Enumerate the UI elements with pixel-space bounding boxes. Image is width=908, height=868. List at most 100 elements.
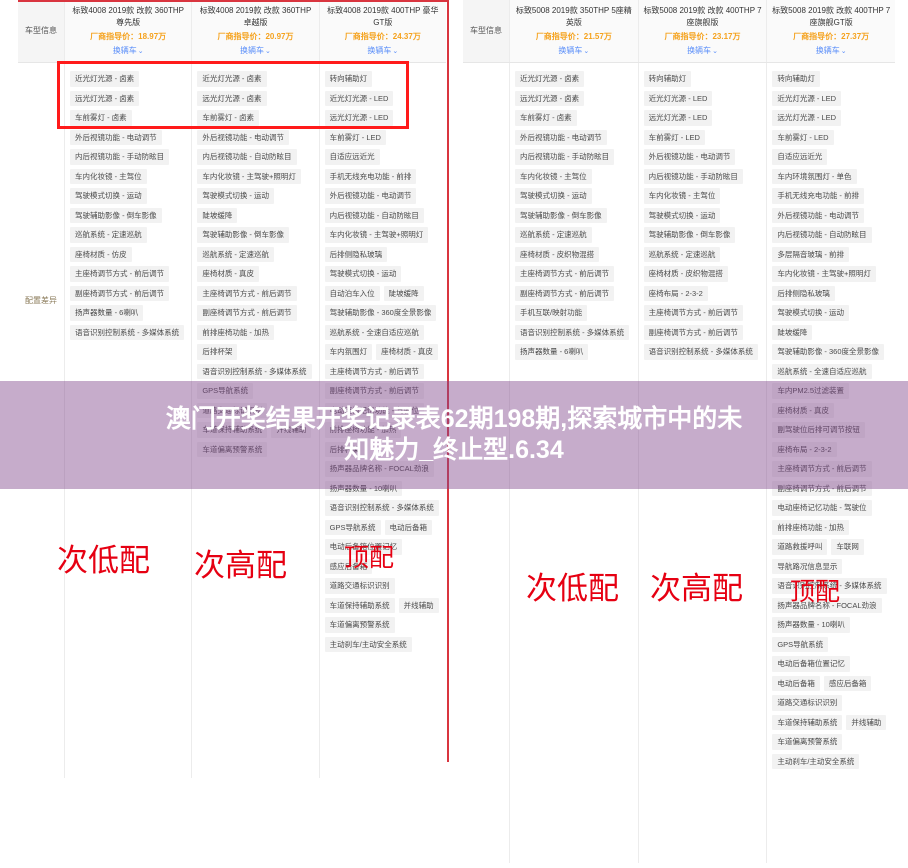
feature-tag: 驾驶模式切换 - 运动 bbox=[515, 188, 592, 204]
left-col-2-header: 标致4008 2019款 改款 360THP 卓越版 厂商指导价：20.97万 … bbox=[192, 0, 320, 63]
feature-tag: 驾驶模式切换 - 运动 bbox=[643, 207, 721, 224]
feature-tag: 主座椅调节方式 - 前后调节 bbox=[197, 285, 297, 302]
switch-car-label: 换辆车 bbox=[815, 46, 840, 56]
model-price: 厂商指导价：23.17万 bbox=[664, 32, 741, 42]
feature-tag: GPS导航系统 bbox=[772, 636, 829, 653]
chevron-down-icon: ⌄ bbox=[137, 48, 144, 56]
feature-tag: 道路救援呼叫 bbox=[772, 539, 828, 555]
feature-tag: 主座椅调节方式 - 前后调节 bbox=[515, 266, 615, 282]
feature-tag: 巡航系统 - 定速巡航 bbox=[197, 246, 274, 263]
feature-tag: 驾驶辅助影像 - 倒车影像 bbox=[515, 207, 607, 224]
feature-tag: 车内化妆镜 - 主驾位 bbox=[70, 168, 147, 185]
feature-tag: 近光灯光源 - 卤素 bbox=[197, 71, 267, 87]
left-table-header: 车型信息 标致4008 2019款 改款 360THP 尊先版 厂商指导价：18… bbox=[18, 0, 446, 64]
feature-tag: 前排座椅功能 - 加热 bbox=[197, 324, 274, 341]
feature-tag: 车前雾灯 - LED bbox=[324, 129, 386, 146]
feature-tag: 内后视镜功能 - 自动防眩目 bbox=[324, 207, 424, 224]
switch-car-link[interactable]: 换辆车⌄ bbox=[196, 45, 314, 57]
feature-tag: 扬声器数量 - 6喇叭 bbox=[515, 344, 589, 360]
chevron-down-icon: ⌄ bbox=[392, 48, 399, 56]
feature-tag: 内后视镜功能 - 自动防眩目 bbox=[772, 227, 872, 243]
feature-tag: 陡坡缓降 bbox=[383, 285, 424, 302]
switch-car-link[interactable]: 换辆车⌄ bbox=[324, 45, 442, 57]
feature-tag: 语音识别控制系统 - 多媒体系统 bbox=[70, 324, 185, 341]
feature-tag: 远光灯光源 - 卤素 bbox=[197, 90, 267, 107]
switch-car-label: 换辆车 bbox=[558, 46, 583, 56]
switch-car-link[interactable]: 换辆车⌄ bbox=[514, 45, 634, 57]
feature-tag: 副座椅调节方式 - 前后调节 bbox=[643, 324, 743, 341]
feature-tag: 座椅布局 - 2-3-2 bbox=[643, 285, 708, 302]
switch-car-link[interactable]: 换辆车⌄ bbox=[643, 45, 763, 57]
tier-label-mid-left: 次高配 bbox=[194, 548, 287, 583]
right-col-3-header: 标致5008 2019款 改款 400THP 7座旗舰GT版 厂商指导价：27.… bbox=[767, 0, 896, 63]
feature-tag: 陡坡缓降 bbox=[772, 324, 813, 341]
switch-car-link[interactable]: 换辆车⌄ bbox=[69, 45, 187, 57]
feature-tag: 后排侧隐私玻璃 bbox=[324, 246, 388, 263]
feature-tag: 电动座椅记忆功能 - 驾驶位 bbox=[772, 500, 872, 516]
feature-tag: 外后视镜功能 - 电动调节 bbox=[70, 129, 162, 146]
switch-car-label: 换辆车 bbox=[367, 46, 392, 56]
feature-tag: 巡航系统 - 定速巡航 bbox=[515, 227, 592, 243]
switch-car-link[interactable]: 换辆车⌄ bbox=[771, 45, 891, 57]
feature-tag: 巡航系统 - 全速自适应巡航 bbox=[324, 324, 424, 341]
feature-tag: 驾驶辅助影像 - 倒车影像 bbox=[70, 207, 162, 224]
feature-tag: 车前雾灯 - 卤素 bbox=[70, 110, 132, 126]
feature-tag: 语音识别控制系统 - 多媒体系统 bbox=[643, 344, 758, 360]
feature-tag: 外后视镜功能 - 电动调节 bbox=[515, 129, 607, 146]
feature-tag: 车内化妆镜 - 主驾位 bbox=[643, 188, 721, 204]
feature-tag: 车前雾灯 - 卤素 bbox=[197, 110, 259, 126]
feature-tag: 远光灯光源 - LED bbox=[324, 110, 394, 126]
feature-tag: 内后视镜功能 - 手动防眩目 bbox=[643, 168, 743, 185]
feature-tag: 转向辅助灯 bbox=[324, 71, 373, 87]
switch-car-label: 换辆车 bbox=[687, 46, 712, 56]
feature-tag: 自动泊车入位 bbox=[324, 285, 380, 302]
feature-tag: 内后视镜功能 - 手动防眩目 bbox=[515, 149, 615, 165]
model-name: 标致4008 2019款 改款 360THP 尊先版 bbox=[72, 6, 184, 27]
right-col-1-header: 标致5008 2019款 350THP 5座精英版 厂商指导价：21.57万 换… bbox=[510, 0, 639, 63]
tier-label-low-right: 次低配 bbox=[526, 571, 619, 606]
tier-label-top-right: 顶配 bbox=[790, 579, 841, 606]
feature-tag: 主动刹车/主动安全系统 bbox=[772, 753, 860, 770]
feature-tag: 主座椅调节方式 - 前后调节 bbox=[70, 266, 170, 282]
watermark-line-2: 知魅力_终止型.6.34 bbox=[344, 436, 564, 464]
chevron-down-icon: ⌄ bbox=[840, 48, 847, 56]
feature-tag: 驾驶模式切换 - 运动 bbox=[324, 266, 402, 282]
switch-car-label: 换辆车 bbox=[112, 46, 137, 56]
feature-tag: 远光灯光源 - 卤素 bbox=[515, 90, 585, 107]
feature-tag: 车道保持辅助系统 bbox=[324, 597, 395, 614]
model-name: 标致5008 2019款 改款 400THP 7座旗舰版 bbox=[643, 6, 762, 27]
feature-tag: 车联网 bbox=[831, 539, 864, 555]
feature-tag: 后排杯架 bbox=[197, 344, 238, 360]
feature-tag: 后排侧隐私玻璃 bbox=[772, 285, 835, 302]
feature-tag: 近光灯光源 - LED bbox=[324, 90, 394, 107]
feature-tag: 车道偏离预警系统 bbox=[324, 617, 395, 633]
feature-tag: 座椅材质 - 真皮 bbox=[197, 266, 259, 282]
feature-tag: 驾驶辅助影像 - 倒车影像 bbox=[197, 227, 289, 243]
model-price: 厂商指导价：27.37万 bbox=[793, 32, 870, 42]
feature-tag: 远光灯光源 - 卤素 bbox=[70, 90, 140, 107]
feature-tag: 手机无线充电功能 - 前排 bbox=[772, 188, 865, 204]
right-table-header: 车型信息 标致5008 2019款 350THP 5座精英版 厂商指导价：21.… bbox=[463, 0, 896, 64]
tier-label-mid-right: 次高配 bbox=[650, 571, 743, 606]
feature-tag: 外后视镜功能 - 电动调节 bbox=[324, 188, 417, 204]
model-info-label: 车型信息 bbox=[463, 0, 510, 63]
feature-tag: 陡坡缓降 bbox=[197, 207, 238, 224]
feature-tag: 巡航系统 - 全速自适应巡航 bbox=[772, 363, 872, 380]
feature-tag: 座椅材质 - 仿皮 bbox=[70, 246, 132, 263]
feature-tag: 车内化妆镜 - 主驾驶+照明灯 bbox=[324, 227, 429, 243]
feature-tag: 巡航系统 - 定速巡航 bbox=[643, 246, 721, 263]
feature-tag: 电动后备箱 bbox=[772, 675, 820, 692]
feature-tag: 副座椅调节方式 - 前后调节 bbox=[70, 285, 170, 302]
feature-tag: 车内化妆镜 - 主驾驶+照明灯 bbox=[197, 168, 301, 185]
feature-tag: 驾驶模式切换 - 运动 bbox=[197, 188, 274, 204]
feature-tag: 车内化妆镜 - 主驾驶+照明灯 bbox=[772, 266, 876, 282]
feature-tag-list: 近光灯光源 - 卤素 远光灯光源 - 卤素 车前雾灯 - 卤素 外后视镜功能 - 电动… bbox=[515, 71, 633, 360]
feature-tag: 外后视镜功能 - 电动调节 bbox=[643, 149, 736, 165]
feature-tag: 手机无线充电功能 - 前排 bbox=[324, 168, 417, 185]
feature-tag: GPS导航系统 bbox=[324, 519, 381, 536]
feature-tag: 近光灯光源 - LED bbox=[643, 90, 713, 107]
watermark-text: 澳门开奖结果开奖记录表62期198期,探索城市中的未 知魅力_终止型.6.34 bbox=[34, 404, 874, 467]
feature-tag: 近光灯光源 - 卤素 bbox=[515, 71, 585, 87]
feature-tag: 巡航系统 - 定速巡航 bbox=[70, 227, 147, 243]
feature-tag-list: 转向辅助灯 近光灯光源 - LED 远光灯光源 - LED 车前雾灯 - LED 外后视… bbox=[643, 71, 762, 360]
